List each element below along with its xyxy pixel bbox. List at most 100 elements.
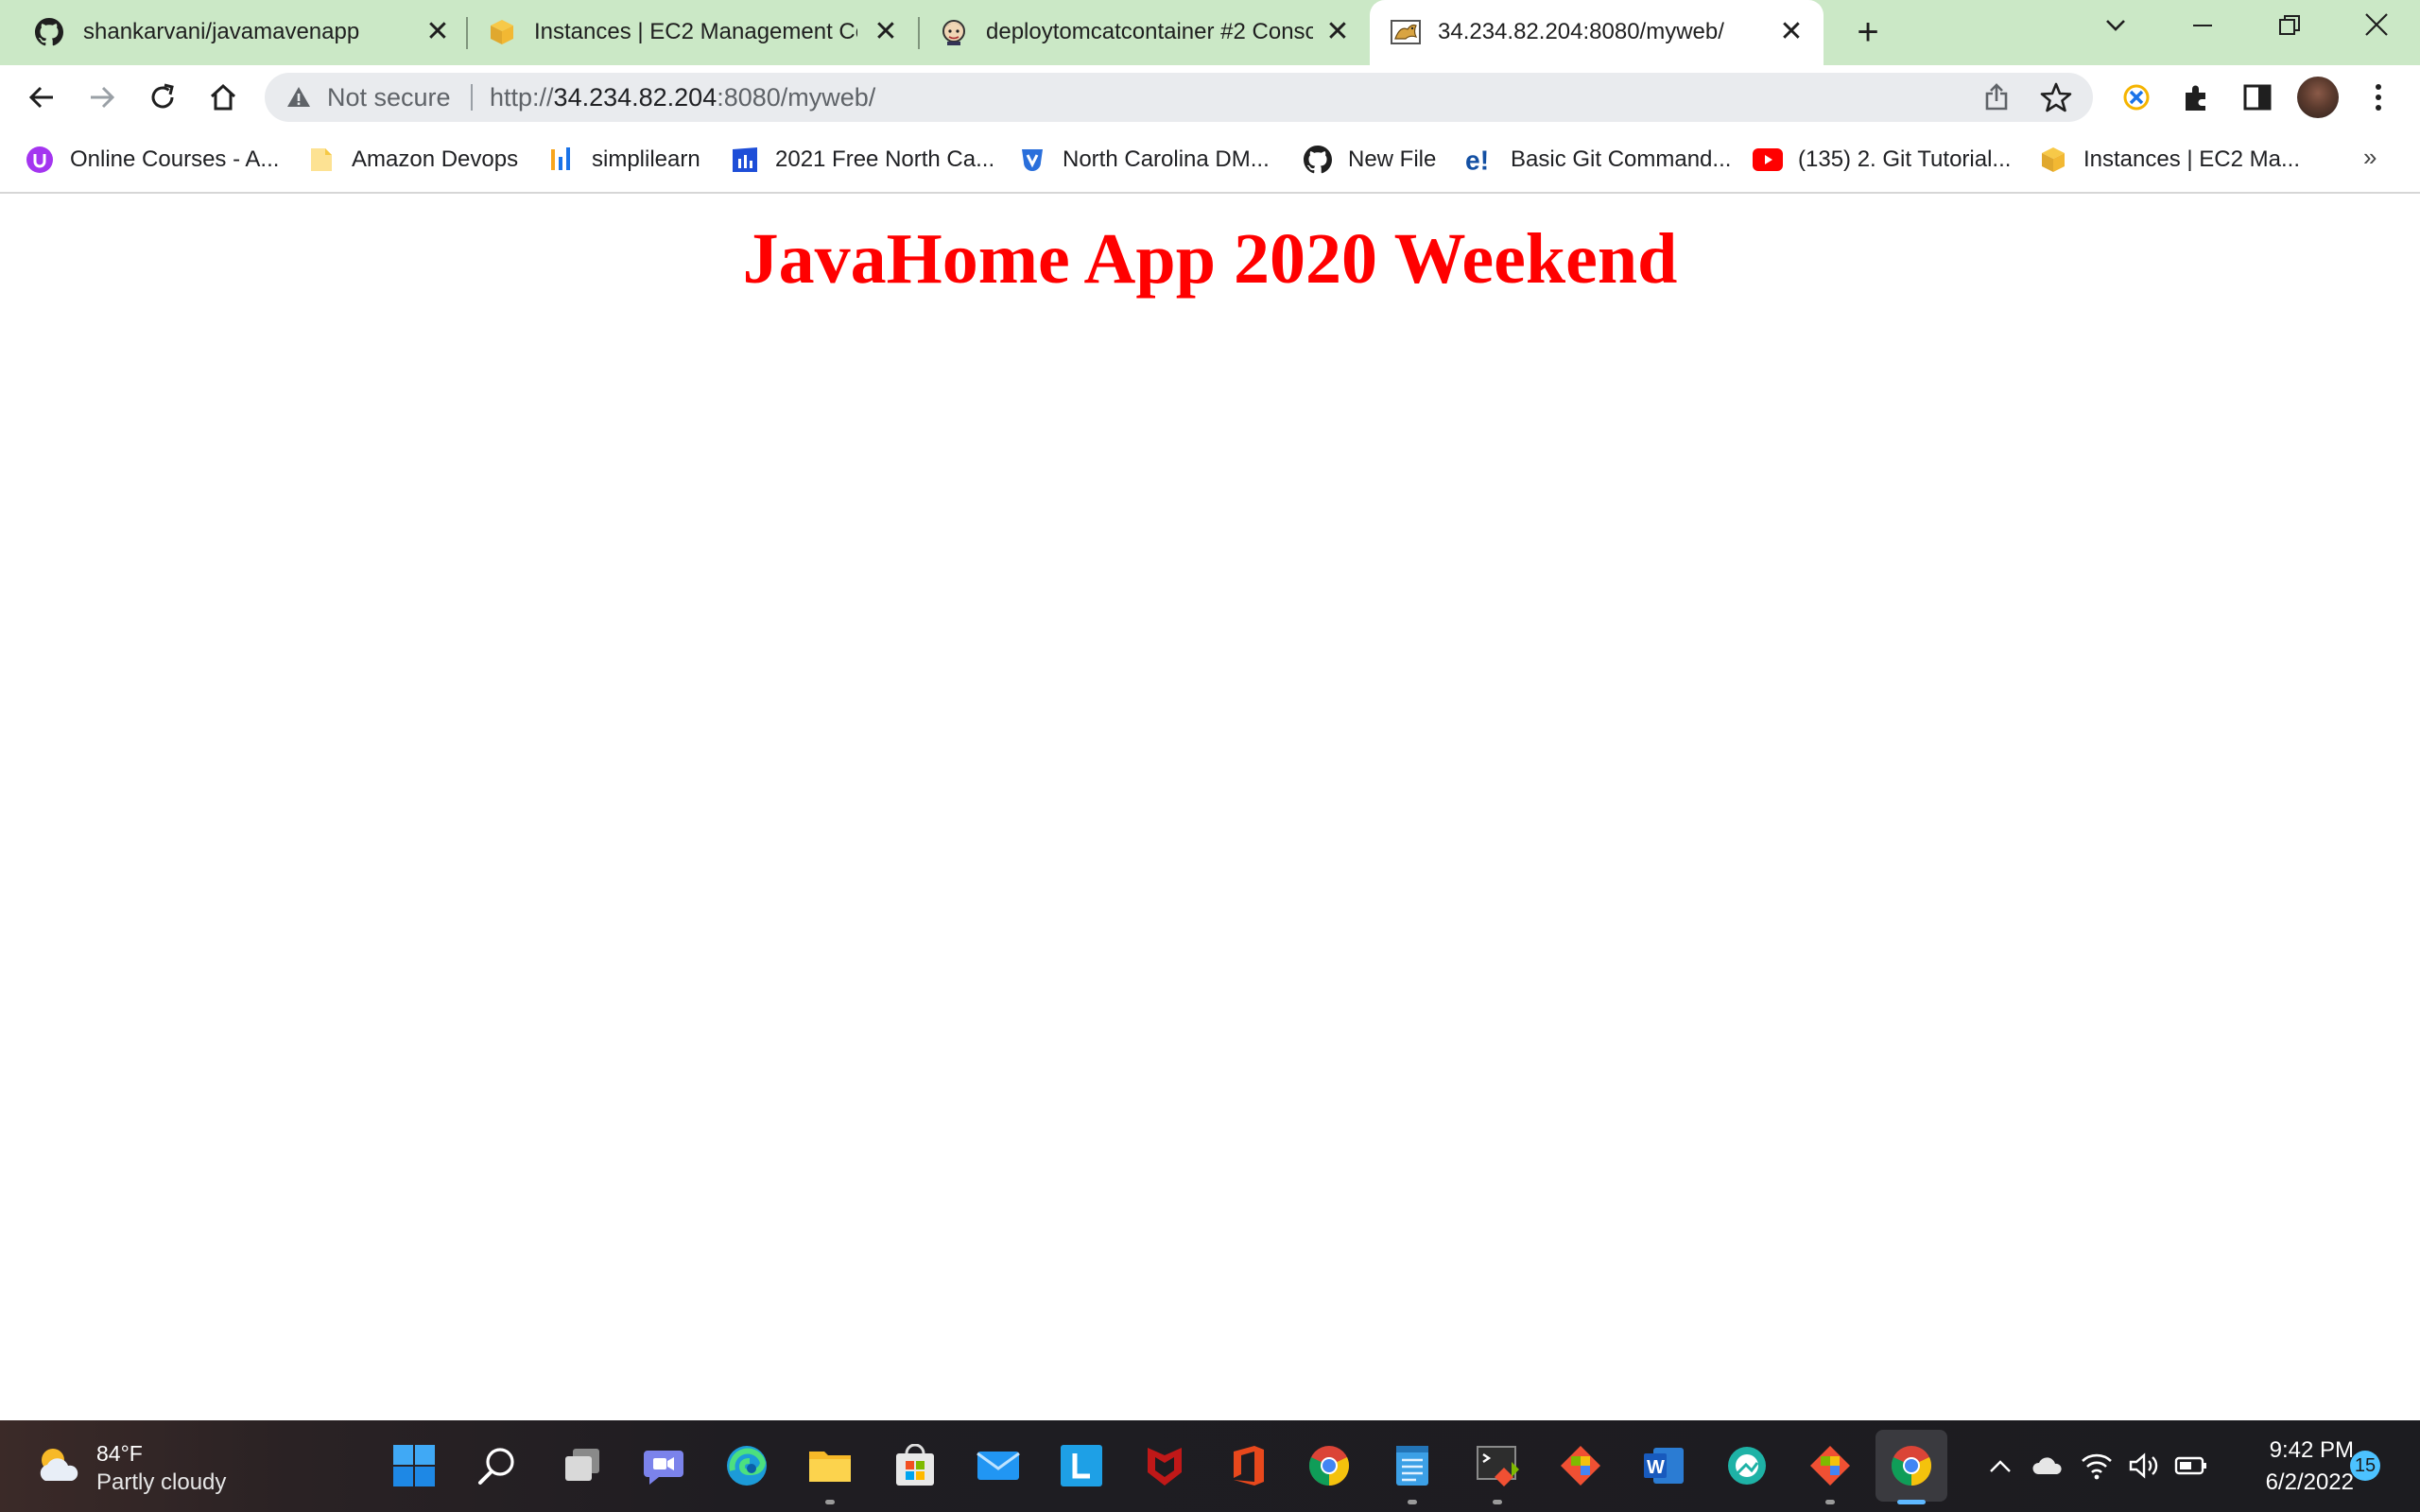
git-gui-secondary-button[interactable] (1806, 1441, 1855, 1490)
office-button[interactable] (1223, 1441, 1272, 1490)
tomcat-icon (1391, 17, 1421, 47)
simplilearn-icon (546, 145, 577, 175)
weather-temperature: 84°F (96, 1441, 143, 1466)
home-button[interactable] (204, 78, 242, 116)
svg-text:W: W (1647, 1457, 1665, 1478)
word-button[interactable]: W (1639, 1441, 1688, 1490)
svg-text:e!: e! (1465, 146, 1489, 174)
page-heading: JavaHome App 2020 Weekend (742, 219, 1678, 299)
network-button[interactable] (2080, 1449, 2114, 1483)
tab-github[interactable]: shankarvani/javamavenapp ✕ (0, 0, 465, 65)
bookmark-north-carolina-test[interactable]: 2021 Free North Ca... (730, 143, 994, 177)
minimize-button[interactable] (2174, 8, 2231, 49)
bookmark-star-icon[interactable] (2040, 81, 2072, 113)
chrome-active-button[interactable] (1876, 1430, 1947, 1502)
edureka-icon: e! (1465, 145, 1495, 175)
share-icon[interactable] (1981, 82, 2012, 112)
tab-tomcat-app[interactable]: 34.234.82.204:8080/myweb/ ✕ (1370, 0, 1824, 65)
warning-icon[interactable] (285, 84, 312, 111)
running-indicator (1825, 1500, 1835, 1504)
chrome-icon (1308, 1446, 1350, 1486)
restore-button[interactable] (2261, 8, 2318, 49)
url-text[interactable]: http://34.234.82.204:8080/myweb/ (490, 82, 875, 112)
close-window-button[interactable] (2348, 8, 2405, 49)
bookmark-basic-git-commands[interactable]: e! Basic Git Command... (1465, 143, 1731, 177)
mail-icon (977, 1452, 1020, 1480)
profile-avatar[interactable] (2297, 77, 2339, 118)
new-tab-button[interactable]: + (1848, 13, 1888, 53)
mcafee-shield-icon (1148, 1448, 1182, 1486)
youtube-icon (1753, 145, 1783, 175)
address-bar[interactable]: Not secure http://34.234.82.204:8080/myw… (265, 73, 2093, 122)
bookmarks-overflow-button[interactable]: » (2363, 143, 2377, 172)
word-icon: W (1644, 1448, 1684, 1484)
mail-button[interactable] (974, 1441, 1023, 1490)
side-panel-icon (2243, 84, 2272, 111)
onedrive-button[interactable] (2031, 1449, 2065, 1483)
windows-taskbar: 84°F Partly cloudy W 9:42 PM 6/2/2022 15 (0, 1420, 2420, 1512)
tab-search-button[interactable] (2087, 8, 2144, 49)
file-explorer-button[interactable] (805, 1441, 855, 1490)
photos-button[interactable] (1722, 1441, 1772, 1490)
tab-title: Instances | EC2 Management Console (534, 19, 857, 44)
bookmark-north-carolina-dmv[interactable]: North Carolina DM... (1017, 143, 1270, 177)
notepad-button[interactable] (1388, 1441, 1437, 1490)
bookmark-git-tutorial[interactable]: (135) 2. Git Tutorial... (1753, 143, 2011, 177)
tab-jenkins-console[interactable]: deploytomcatcontainer #2 Console ✕ (920, 0, 1367, 65)
windows-logo-icon (393, 1445, 435, 1486)
github-icon (1303, 145, 1333, 175)
restore-icon (2279, 15, 2300, 35)
edge-button[interactable] (722, 1441, 771, 1490)
chrome-button[interactable] (1305, 1441, 1354, 1490)
task-view-button[interactable] (558, 1441, 607, 1490)
notepad-icon (1396, 1446, 1428, 1486)
security-status[interactable]: Not secure (327, 82, 451, 112)
tab-ec2-instances[interactable]: Instances | EC2 Management Console ✕ (468, 0, 916, 65)
start-button[interactable] (389, 1441, 439, 1490)
bookmark-simplilearn[interactable]: simplilearn (546, 143, 700, 177)
reload-icon (151, 83, 174, 109)
arrow-left-icon (28, 86, 53, 109)
active-indicator (1897, 1500, 1926, 1504)
volume-button[interactable] (2127, 1449, 2161, 1483)
mcafee-button[interactable] (1140, 1441, 1189, 1490)
show-hidden-icons-button[interactable] (1983, 1449, 2017, 1483)
wifi-icon (2082, 1453, 2112, 1480)
forward-button[interactable] (83, 78, 121, 116)
microsoft-store-button[interactable] (890, 1441, 940, 1490)
reload-button[interactable] (144, 78, 182, 116)
bookmark-online-courses[interactable]: Online Courses - A... (25, 143, 279, 177)
extensions-menu-button[interactable] (2178, 78, 2216, 116)
divider (471, 84, 473, 111)
chevron-down-icon (2106, 20, 2125, 31)
bookmark-label: simplilearn (592, 146, 700, 172)
git-gui-icon (1810, 1446, 1850, 1486)
teams-chat-button[interactable] (639, 1441, 688, 1490)
close-tab-icon[interactable]: ✕ (1776, 17, 1806, 47)
folder-icon (306, 145, 337, 175)
bookmark-new-file[interactable]: New File (1303, 143, 1436, 177)
battery-button[interactable] (2174, 1449, 2208, 1483)
back-button[interactable] (23, 78, 60, 116)
tab-title: deploytomcatcontainer #2 Console (986, 19, 1313, 44)
bookmark-ec2-instances[interactable]: Instances | EC2 Ma... (2038, 143, 2300, 177)
partly-cloudy-icon (40, 1449, 78, 1481)
bookmark-amazon-devops[interactable]: Amazon Devops (306, 143, 518, 177)
chevron-up-icon (1990, 1460, 2011, 1472)
running-indicator (825, 1500, 835, 1504)
side-panel-button[interactable] (2238, 78, 2276, 116)
git-gui-button[interactable] (1556, 1441, 1605, 1490)
close-tab-icon[interactable]: ✕ (871, 17, 901, 47)
git-cmd-button[interactable] (1473, 1441, 1522, 1490)
test-site-icon (730, 145, 760, 175)
close-tab-icon[interactable]: ✕ (423, 17, 453, 47)
app-l-button[interactable] (1057, 1441, 1106, 1490)
extension-button[interactable] (2118, 78, 2155, 116)
browser-menu-button[interactable] (2360, 78, 2397, 116)
weather-condition: Partly cloudy (96, 1469, 227, 1495)
aws-box-icon (487, 17, 517, 47)
aws-box-icon (2038, 145, 2068, 175)
close-tab-icon[interactable]: ✕ (1322, 17, 1353, 47)
search-button[interactable] (473, 1441, 522, 1490)
notification-badge[interactable]: 15 (2350, 1451, 2380, 1481)
